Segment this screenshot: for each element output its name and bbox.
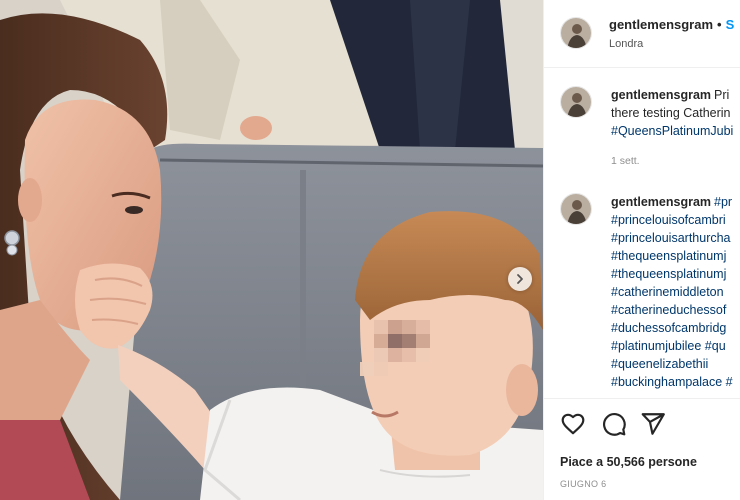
caption-username-link[interactable]: gentlemensgram: [611, 88, 711, 102]
hashtag-link[interactable]: #catherinemiddleton: [611, 283, 740, 301]
post-actions: Piace a 50,566 persone GIUGNO 6: [544, 398, 740, 500]
like-button[interactable]: [560, 411, 586, 437]
comment-text: gentlemensgram #pr #princelouisofcambri #p…: [611, 193, 740, 391]
separator-dot: •: [717, 17, 722, 32]
follow-button[interactable]: S: [726, 17, 735, 32]
caption-hashtag-link[interactable]: #QueensPlatinumJubi: [611, 124, 733, 138]
next-photo-button[interactable]: [508, 267, 532, 291]
avatar[interactable]: [560, 193, 592, 225]
caption-timestamp[interactable]: 1 sett.: [611, 155, 640, 167]
hashtag-link[interactable]: #buckinghampalace #: [611, 373, 740, 391]
caption-line-2: there testing Catherin: [611, 106, 731, 120]
location-link[interactable]: Londra: [609, 38, 643, 50]
hashtag-link[interactable]: #queenelizabethii: [611, 355, 740, 373]
hashtag-link[interactable]: #catherineduchessof: [611, 301, 740, 319]
post-photo[interactable]: [0, 0, 543, 500]
post-author: gentlemensgram • S: [609, 17, 734, 32]
caption-line-1: Pri: [714, 88, 730, 102]
avatar[interactable]: [560, 86, 592, 118]
comment-username-link[interactable]: gentlemensgram: [611, 195, 711, 209]
hashtag-link[interactable]: #thequeensplatinumj: [611, 247, 740, 265]
avatar[interactable]: [560, 17, 592, 49]
heart-icon: [561, 413, 585, 435]
hashtag-link[interactable]: #thequeensplatinumj: [611, 265, 740, 283]
comment-button[interactable]: [601, 411, 627, 437]
post-side-panel: gentlemensgram • S Londra gentlemensgram Pr…: [543, 0, 740, 500]
share-button[interactable]: [640, 411, 666, 437]
caption-text: gentlemensgram Pri there testing Catherin…: [611, 86, 740, 140]
comment-icon: [603, 413, 626, 436]
share-icon: [641, 413, 665, 435]
chevron-right-icon: [517, 274, 523, 284]
hashtag-link[interactable]: #princelouisarthurcha: [611, 229, 740, 247]
comment-first-hashtag[interactable]: #pr: [714, 195, 732, 209]
author-username-link[interactable]: gentlemensgram: [609, 17, 713, 32]
post-date[interactable]: GIUGNO 6: [560, 479, 606, 489]
caption: gentlemensgram Pri there testing Catherin…: [544, 86, 740, 176]
hashtag-link[interactable]: #princelouisofcambri: [611, 211, 740, 229]
likes-count[interactable]: Piace a 50,566 persone: [560, 455, 697, 469]
hashtag-comment: gentlemensgram #pr #princelouisofcambri #p…: [544, 193, 740, 398]
photo-illustration: [0, 0, 543, 500]
hashtag-link[interactable]: #platinumjubilee #qu: [611, 337, 740, 355]
hashtag-link[interactable]: #duchessofcambridg: [611, 319, 740, 337]
post-header: gentlemensgram • S Londra: [544, 0, 740, 68]
